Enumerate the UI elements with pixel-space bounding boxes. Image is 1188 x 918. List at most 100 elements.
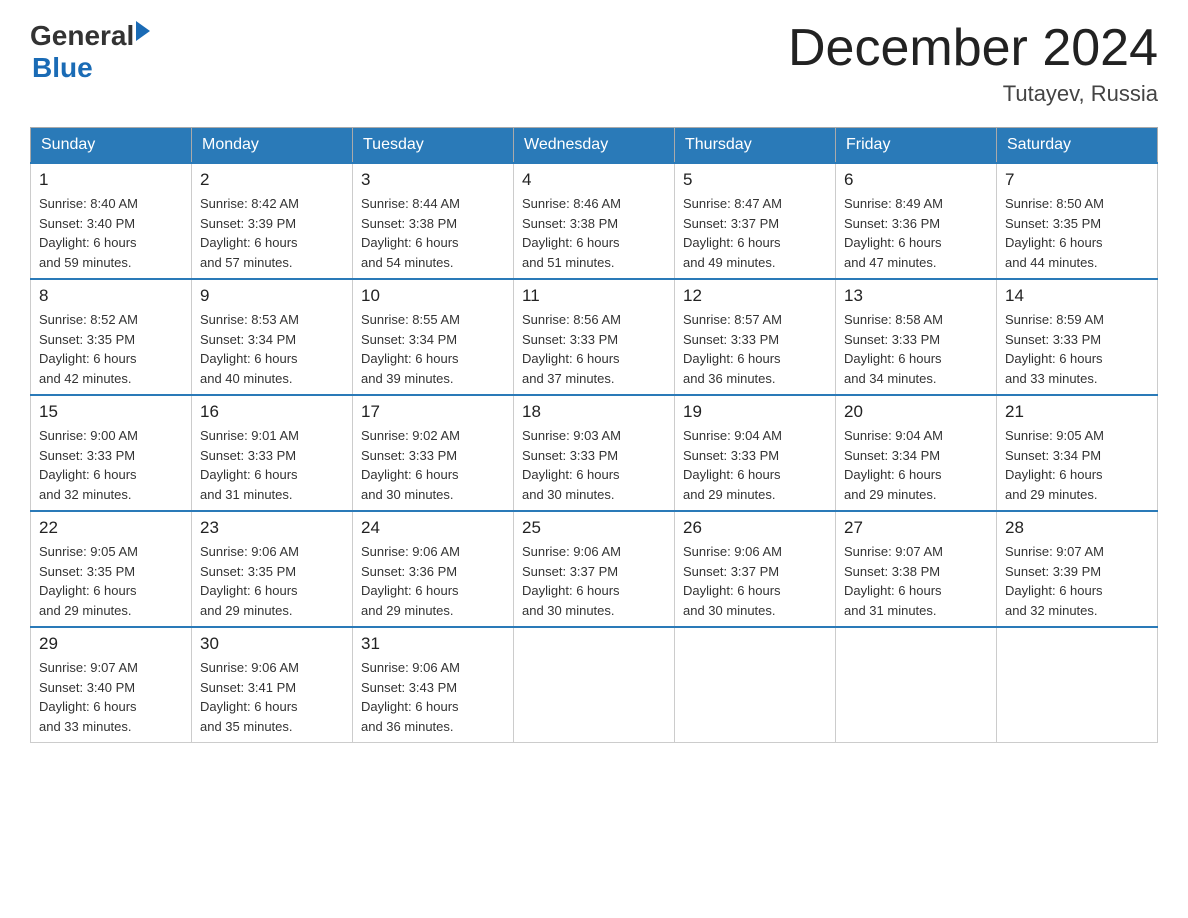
day-number: 17 <box>361 402 505 422</box>
day-info: Sunrise: 8:55 AM Sunset: 3:34 PM Dayligh… <box>361 310 505 388</box>
calendar-cell: 18 Sunrise: 9:03 AM Sunset: 3:33 PM Dayl… <box>514 395 675 511</box>
calendar-cell: 24 Sunrise: 9:06 AM Sunset: 3:36 PM Dayl… <box>353 511 514 627</box>
day-number: 20 <box>844 402 988 422</box>
calendar-cell: 26 Sunrise: 9:06 AM Sunset: 3:37 PM Dayl… <box>675 511 836 627</box>
day-info: Sunrise: 9:07 AM Sunset: 3:39 PM Dayligh… <box>1005 542 1149 620</box>
day-info: Sunrise: 9:07 AM Sunset: 3:40 PM Dayligh… <box>39 658 183 736</box>
day-info: Sunrise: 8:52 AM Sunset: 3:35 PM Dayligh… <box>39 310 183 388</box>
day-info: Sunrise: 8:58 AM Sunset: 3:33 PM Dayligh… <box>844 310 988 388</box>
day-info: Sunrise: 9:01 AM Sunset: 3:33 PM Dayligh… <box>200 426 344 504</box>
day-number: 15 <box>39 402 183 422</box>
day-number: 19 <box>683 402 827 422</box>
calendar-cell: 27 Sunrise: 9:07 AM Sunset: 3:38 PM Dayl… <box>836 511 997 627</box>
day-info: Sunrise: 9:03 AM Sunset: 3:33 PM Dayligh… <box>522 426 666 504</box>
logo-general: General <box>30 20 134 52</box>
calendar-cell: 10 Sunrise: 8:55 AM Sunset: 3:34 PM Dayl… <box>353 279 514 395</box>
day-number: 26 <box>683 518 827 538</box>
calendar-cell: 1 Sunrise: 8:40 AM Sunset: 3:40 PM Dayli… <box>31 163 192 279</box>
month-title: December 2024 <box>788 20 1158 77</box>
header-friday: Friday <box>836 128 997 164</box>
day-number: 1 <box>39 170 183 190</box>
day-info: Sunrise: 8:44 AM Sunset: 3:38 PM Dayligh… <box>361 194 505 272</box>
calendar-cell <box>836 627 997 743</box>
calendar-cell <box>997 627 1158 743</box>
day-info: Sunrise: 8:46 AM Sunset: 3:38 PM Dayligh… <box>522 194 666 272</box>
calendar-cell: 22 Sunrise: 9:05 AM Sunset: 3:35 PM Dayl… <box>31 511 192 627</box>
calendar-cell: 28 Sunrise: 9:07 AM Sunset: 3:39 PM Dayl… <box>997 511 1158 627</box>
header-wednesday: Wednesday <box>514 128 675 164</box>
day-number: 23 <box>200 518 344 538</box>
header-thursday: Thursday <box>675 128 836 164</box>
day-info: Sunrise: 9:05 AM Sunset: 3:35 PM Dayligh… <box>39 542 183 620</box>
day-number: 27 <box>844 518 988 538</box>
location-subtitle: Tutayev, Russia <box>788 81 1158 107</box>
day-number: 28 <box>1005 518 1149 538</box>
day-info: Sunrise: 9:07 AM Sunset: 3:38 PM Dayligh… <box>844 542 988 620</box>
weekday-header-row: Sunday Monday Tuesday Wednesday Thursday… <box>31 128 1158 164</box>
day-info: Sunrise: 8:49 AM Sunset: 3:36 PM Dayligh… <box>844 194 988 272</box>
calendar-cell: 6 Sunrise: 8:49 AM Sunset: 3:36 PM Dayli… <box>836 163 997 279</box>
calendar-cell: 2 Sunrise: 8:42 AM Sunset: 3:39 PM Dayli… <box>192 163 353 279</box>
calendar-cell <box>675 627 836 743</box>
day-info: Sunrise: 8:57 AM Sunset: 3:33 PM Dayligh… <box>683 310 827 388</box>
day-number: 24 <box>361 518 505 538</box>
day-number: 29 <box>39 634 183 654</box>
day-number: 30 <box>200 634 344 654</box>
calendar-cell: 25 Sunrise: 9:06 AM Sunset: 3:37 PM Dayl… <box>514 511 675 627</box>
header-monday: Monday <box>192 128 353 164</box>
calendar-cell: 4 Sunrise: 8:46 AM Sunset: 3:38 PM Dayli… <box>514 163 675 279</box>
calendar-cell: 13 Sunrise: 8:58 AM Sunset: 3:33 PM Dayl… <box>836 279 997 395</box>
calendar-cell: 9 Sunrise: 8:53 AM Sunset: 3:34 PM Dayli… <box>192 279 353 395</box>
day-number: 21 <box>1005 402 1149 422</box>
day-info: Sunrise: 8:56 AM Sunset: 3:33 PM Dayligh… <box>522 310 666 388</box>
calendar-cell: 12 Sunrise: 8:57 AM Sunset: 3:33 PM Dayl… <box>675 279 836 395</box>
day-info: Sunrise: 9:06 AM Sunset: 3:35 PM Dayligh… <box>200 542 344 620</box>
day-number: 4 <box>522 170 666 190</box>
day-info: Sunrise: 8:53 AM Sunset: 3:34 PM Dayligh… <box>200 310 344 388</box>
week-row-2: 8 Sunrise: 8:52 AM Sunset: 3:35 PM Dayli… <box>31 279 1158 395</box>
day-info: Sunrise: 9:05 AM Sunset: 3:34 PM Dayligh… <box>1005 426 1149 504</box>
calendar-cell: 14 Sunrise: 8:59 AM Sunset: 3:33 PM Dayl… <box>997 279 1158 395</box>
day-number: 25 <box>522 518 666 538</box>
day-info: Sunrise: 9:04 AM Sunset: 3:34 PM Dayligh… <box>844 426 988 504</box>
day-number: 8 <box>39 286 183 306</box>
calendar-cell: 21 Sunrise: 9:05 AM Sunset: 3:34 PM Dayl… <box>997 395 1158 511</box>
day-info: Sunrise: 9:06 AM Sunset: 3:37 PM Dayligh… <box>522 542 666 620</box>
day-info: Sunrise: 9:06 AM Sunset: 3:36 PM Dayligh… <box>361 542 505 620</box>
day-info: Sunrise: 9:06 AM Sunset: 3:43 PM Dayligh… <box>361 658 505 736</box>
day-number: 11 <box>522 286 666 306</box>
calendar-cell: 20 Sunrise: 9:04 AM Sunset: 3:34 PM Dayl… <box>836 395 997 511</box>
calendar-cell: 11 Sunrise: 8:56 AM Sunset: 3:33 PM Dayl… <box>514 279 675 395</box>
day-number: 10 <box>361 286 505 306</box>
calendar-cell: 29 Sunrise: 9:07 AM Sunset: 3:40 PM Dayl… <box>31 627 192 743</box>
header-tuesday: Tuesday <box>353 128 514 164</box>
day-info: Sunrise: 8:40 AM Sunset: 3:40 PM Dayligh… <box>39 194 183 272</box>
week-row-1: 1 Sunrise: 8:40 AM Sunset: 3:40 PM Dayli… <box>31 163 1158 279</box>
day-info: Sunrise: 8:47 AM Sunset: 3:37 PM Dayligh… <box>683 194 827 272</box>
header-sunday: Sunday <box>31 128 192 164</box>
day-info: Sunrise: 9:04 AM Sunset: 3:33 PM Dayligh… <box>683 426 827 504</box>
calendar-cell: 30 Sunrise: 9:06 AM Sunset: 3:41 PM Dayl… <box>192 627 353 743</box>
calendar-cell: 31 Sunrise: 9:06 AM Sunset: 3:43 PM Dayl… <box>353 627 514 743</box>
day-number: 13 <box>844 286 988 306</box>
day-info: Sunrise: 8:50 AM Sunset: 3:35 PM Dayligh… <box>1005 194 1149 272</box>
day-number: 9 <box>200 286 344 306</box>
calendar-cell: 7 Sunrise: 8:50 AM Sunset: 3:35 PM Dayli… <box>997 163 1158 279</box>
day-number: 14 <box>1005 286 1149 306</box>
week-row-4: 22 Sunrise: 9:05 AM Sunset: 3:35 PM Dayl… <box>31 511 1158 627</box>
title-block: December 2024 Tutayev, Russia <box>788 20 1158 107</box>
logo: General Blue <box>30 20 150 84</box>
calendar-cell: 15 Sunrise: 9:00 AM Sunset: 3:33 PM Dayl… <box>31 395 192 511</box>
day-number: 12 <box>683 286 827 306</box>
calendar-cell: 8 Sunrise: 8:52 AM Sunset: 3:35 PM Dayli… <box>31 279 192 395</box>
day-info: Sunrise: 9:02 AM Sunset: 3:33 PM Dayligh… <box>361 426 505 504</box>
calendar-cell <box>514 627 675 743</box>
calendar-cell: 19 Sunrise: 9:04 AM Sunset: 3:33 PM Dayl… <box>675 395 836 511</box>
page-header: General Blue December 2024 Tutayev, Russ… <box>30 20 1158 107</box>
day-number: 6 <box>844 170 988 190</box>
calendar-cell: 5 Sunrise: 8:47 AM Sunset: 3:37 PM Dayli… <box>675 163 836 279</box>
day-number: 2 <box>200 170 344 190</box>
calendar-cell: 16 Sunrise: 9:01 AM Sunset: 3:33 PM Dayl… <box>192 395 353 511</box>
day-info: Sunrise: 9:00 AM Sunset: 3:33 PM Dayligh… <box>39 426 183 504</box>
header-saturday: Saturday <box>997 128 1158 164</box>
